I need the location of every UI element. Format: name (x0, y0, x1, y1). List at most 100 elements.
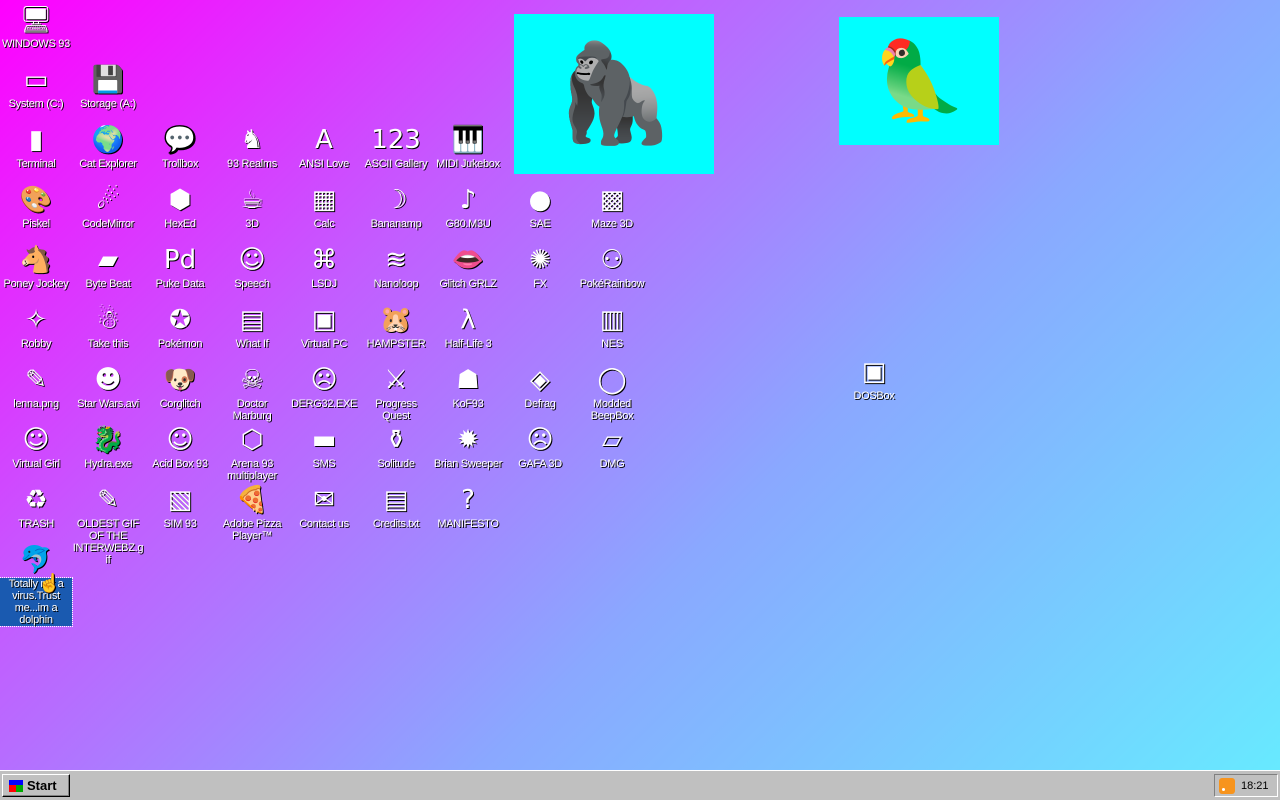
desktop-icon-arena-93[interactable]: ⬡ Arena 93 multiplayer (216, 424, 288, 482)
desktop-icon-calc[interactable]: ▦ Calc (288, 184, 360, 230)
desktop-icon-dosbox[interactable]: ▣ DOSBox (838, 356, 910, 402)
desktop-icon-take-this[interactable]: ☃ Take this (72, 304, 144, 350)
desktop-icon-defrag[interactable]: ◈ Defrag (504, 364, 576, 410)
glitch-grlz-icon: 👄 (451, 245, 485, 275)
desktop-icon-label: KoF93 (452, 398, 484, 410)
desktop-icon-terminal[interactable]: ▮ Terminal (0, 124, 72, 170)
desktop-icon-g80m3u[interactable]: ♪ G80.M3U (432, 184, 504, 230)
desktop-icon-acid-box[interactable]: ☺ Acid Box 93 (144, 424, 216, 470)
desktop-icon-trash[interactable]: ♻ TRASH (0, 484, 72, 530)
desktop[interactable]: 🖥 WINDOWS 93 ▭ System (C:) 💾 Storage (A:) ▮ Ter… (0, 0, 1280, 770)
desktop-icon-label: Puke Data (155, 278, 205, 290)
desktop-icon-sim93[interactable]: ▧ SIM 93 (144, 484, 216, 530)
progress-quest-icon: ⚔ (384, 365, 408, 395)
desktop-icon-label: SAE (529, 218, 551, 230)
desktop-icon-virtual-girl[interactable]: ☺ Virtual Girl (0, 424, 72, 470)
desktop-icon-progress-quest[interactable]: ⚔ Progress Quest (360, 364, 432, 422)
desktop-icon-storage-a[interactable]: 💾 Storage (A:) (72, 64, 144, 110)
parrot-image[interactable]: 🦜 (839, 17, 999, 145)
lenna-icon: ✎ (25, 365, 47, 395)
desktop-icon-label: Defrag (524, 398, 556, 410)
speech-icon: ☺ (238, 245, 266, 275)
desktop-icon-what-if[interactable]: ▤ What If (216, 304, 288, 350)
desktop-icon-credits[interactable]: ▤ Credits.txt (360, 484, 432, 530)
desktop-icon-hampster[interactable]: 🐹 HAMPSTER (360, 304, 432, 350)
doctor-marburg-icon: ☠ (240, 365, 264, 395)
desktop-icon-cat-explorer[interactable]: 🌍 Cat Explorer (72, 124, 144, 170)
calc-icon: ▦ (311, 185, 337, 215)
desktop-icon-lenna[interactable]: ✎ lenna.png (0, 364, 72, 410)
desktop-icon-label: What If (235, 338, 269, 350)
desktop-icon-oldest-gif[interactable]: ✎ OLDEST GIF OF THE INTERWEBZ.gif (72, 484, 144, 566)
desktop-icon-trollbox[interactable]: 💬 Trollbox (144, 124, 216, 170)
desktop-icon-contact-us[interactable]: ✉ Contact us (288, 484, 360, 530)
desktop-icon-derg32[interactable]: ☹ DERG32.EXE (288, 364, 360, 410)
desktop-icon-poney-jockey[interactable]: 🐴 Poney Jockey (0, 244, 72, 290)
desktop-icon-label: GAFA 3D (518, 458, 562, 470)
windows93-icon: 🖥 (19, 5, 53, 35)
desktop-icon-speech[interactable]: ☺ Speech (216, 244, 288, 290)
start-button[interactable]: Start (2, 774, 70, 797)
desktop-icon-label: CodeMirror (81, 218, 134, 230)
desktop-icon-nes[interactable]: ▥ NES (576, 304, 648, 350)
desktop-icon-dolphin[interactable]: 🐬 Totally not a virus.Trust me...im a dol… (0, 544, 73, 627)
desktop-icon-corglitch[interactable]: 🐶 Corglitch (144, 364, 216, 410)
desktop-icon-adobe-pizza[interactable]: 🍕 Adobe Pizza Player™ (216, 484, 288, 542)
desktop-icon-93-realms[interactable]: ♞ 93 Realms (216, 124, 288, 170)
desktop-icon-3d[interactable]: ☕ 3D (216, 184, 288, 230)
star-wars-icon: ☻ (94, 365, 122, 395)
desktop-icon-nanoloop[interactable]: ≋ Nanoloop (360, 244, 432, 290)
desktop-icon-robby[interactable]: ✧ Robby (0, 304, 72, 350)
desktop-icon-modded-beepbox[interactable]: ◯ Modded BeepBox (576, 364, 648, 422)
clock: 18:21 (1241, 779, 1269, 792)
desktop-icon-label: Piskel (22, 218, 50, 230)
desktop-icon-hydra[interactable]: 🐉 Hydra.exe (72, 424, 144, 470)
desktop-icon-system-c[interactable]: ▭ System (C:) (0, 64, 72, 110)
desktop-icon-bananamp[interactable]: ☽ Bananamp (360, 184, 432, 230)
desktop-icon-pokemon[interactable]: ✪ Pokémon (144, 304, 216, 350)
desktop-icon-label: LSDJ (311, 278, 337, 290)
desktop-icon-byte-beat[interactable]: ▰ Byte Beat (72, 244, 144, 290)
desktop-icon-star-wars[interactable]: ☻ Star Wars.avi (72, 364, 144, 410)
nes-icon: ▥ (599, 305, 625, 335)
desktop-icon-label: Terminal (16, 158, 56, 170)
desktop-icon-lsdj[interactable]: ⌘ LSDJ (288, 244, 360, 290)
desktop-icon-sae[interactable]: ● SAE (504, 184, 576, 230)
desktop-icon-virtual-pc[interactable]: ▣ Virtual PC (288, 304, 360, 350)
desktop-icon-label: WINDOWS 93 (2, 38, 70, 50)
desktop-icon-sms[interactable]: ▬ SMS (288, 424, 360, 470)
ascii-gallery-icon: 123 (371, 125, 421, 155)
desktop-icon-label: Contact us (299, 518, 349, 530)
desktop-icon-codemirror[interactable]: ☄ CodeMirror (72, 184, 144, 230)
desktop-icon-pokerainbow[interactable]: ⚇ PokéRainbow (576, 244, 648, 290)
desktop-icon-midi-jukebox[interactable]: 🎹 MIDI Jukebox (432, 124, 504, 170)
desktop-icon-dmg[interactable]: ▱ DMG (576, 424, 648, 470)
start-label: Start (27, 778, 57, 793)
desktop-icon-label: Bananamp (370, 218, 422, 230)
desktop-icon-brian-sweeper[interactable]: ✹ Brian Sweeper (432, 424, 504, 470)
desktop-icon-kof93[interactable]: ☗ KoF93 (432, 364, 504, 410)
manifesto-icon: ? (461, 485, 475, 515)
desktop-icon-label: Virtual PC (300, 338, 348, 350)
desktop-icon-hexed[interactable]: ⬢ HexEd (144, 184, 216, 230)
desktop-icon-solitude[interactable]: ⚱ Solitude (360, 424, 432, 470)
desktop-icon-fx[interactable]: ✺ FX (504, 244, 576, 290)
desktop-icon-label: Pokémon (157, 338, 203, 350)
desktop-icon-half-life-3[interactable]: λ Half-Life 3 (432, 304, 504, 350)
acid-box-icon: ☺ (166, 425, 194, 455)
desktop-icon-gafa-3d[interactable]: ☹ GAFA 3D (504, 424, 576, 470)
desktop-icon-piskel[interactable]: 🎨 Piskel (0, 184, 72, 230)
desktop-icon-label: Byte Beat (85, 278, 131, 290)
desktop-icon-windows93[interactable]: 🖥 WINDOWS 93 (0, 4, 72, 50)
desktop-icon-glitch-grlz[interactable]: 👄 Glitch GRLZ (432, 244, 504, 290)
desktop-icon-doctor-marburg[interactable]: ☠ Doctor Marburg (216, 364, 288, 422)
desktop-icon-manifesto[interactable]: ? MANIFESTO (432, 484, 504, 530)
desktop-icon-maze-3d[interactable]: ▩ Maze 3D (576, 184, 648, 230)
desktop-icon-ansi-love[interactable]: A ANSI Love (288, 124, 360, 170)
bonzi-image[interactable]: 🦍 (514, 14, 714, 174)
desktop-icon-ascii-gallery[interactable]: 123 ASCII Gallery (360, 124, 432, 170)
desktop-icon-label: PokéRainbow (579, 278, 645, 290)
rss-icon[interactable] (1219, 777, 1235, 794)
terminal-icon: ▮ (28, 125, 44, 155)
desktop-icon-puke-data[interactable]: Pd Puke Data (144, 244, 216, 290)
